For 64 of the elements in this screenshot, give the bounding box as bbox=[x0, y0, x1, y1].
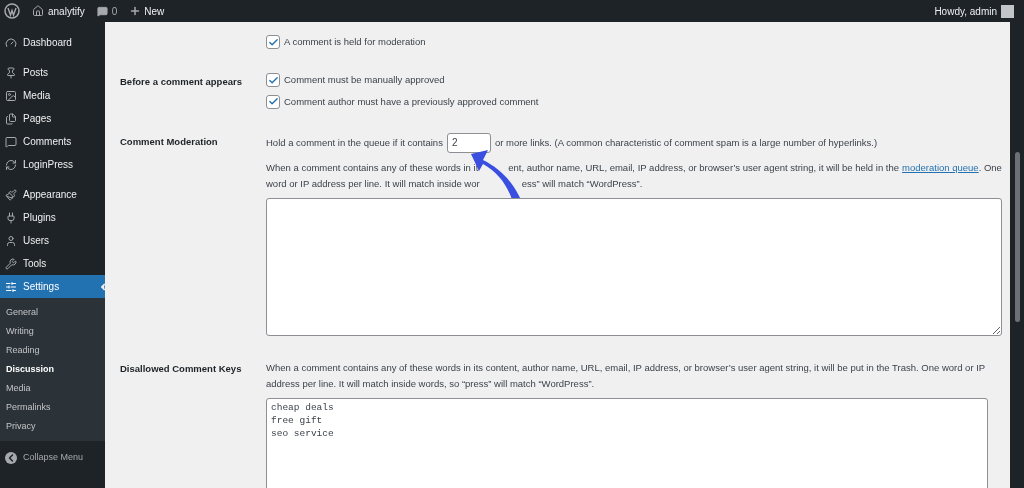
collapse-menu-button[interactable]: Collapse Menu bbox=[0, 445, 105, 471]
comments-count: 0 bbox=[111, 4, 118, 19]
menu-item[interactable]: Plugins bbox=[0, 206, 105, 229]
current-pointer-icon bbox=[98, 281, 108, 292]
description-text: ent, author name, URL, email, IP address, or browser’s user agent string, it will be held in the bbox=[508, 160, 900, 175]
plug-icon bbox=[5, 211, 17, 224]
submenu-item[interactable]: Reading bbox=[0, 341, 105, 360]
description-text: ess” will match “WordPress”. bbox=[521, 176, 643, 191]
menu-item[interactable]: Posts bbox=[0, 61, 105, 84]
menu-item[interactable]: Settings bbox=[0, 275, 105, 298]
sliders-icon bbox=[5, 280, 17, 293]
menu-item[interactable]: LoginPress bbox=[0, 153, 105, 176]
setting-label: Disallowed Comment Keys bbox=[120, 362, 242, 374]
checkbox[interactable] bbox=[266, 35, 280, 50]
menu-item[interactable]: Tools bbox=[0, 252, 105, 275]
menu-item[interactable]: Comments bbox=[0, 130, 105, 153]
menu-item[interactable]: Dashboard bbox=[0, 31, 105, 54]
scrollbar[interactable] bbox=[1010, 22, 1024, 488]
setting-label: Comment Moderation bbox=[120, 135, 218, 147]
submenu-item[interactable]: Permalinks bbox=[0, 398, 105, 417]
submenu-item[interactable]: Media bbox=[0, 379, 105, 398]
speech-bubble-icon bbox=[5, 135, 17, 148]
setting-label: Before a comment appears bbox=[120, 76, 242, 88]
checkbox[interactable] bbox=[266, 94, 280, 109]
menu-item[interactable]: Media bbox=[0, 84, 105, 107]
gauge-icon bbox=[5, 36, 17, 49]
description-text: word or IP address per line. It will match inside wor bbox=[266, 176, 480, 191]
check-icon bbox=[267, 74, 279, 86]
checkbox-label: Comment author must have a previously approved comment bbox=[284, 94, 539, 109]
home-icon[interactable] bbox=[32, 5, 44, 17]
pages-icon bbox=[5, 112, 17, 125]
submenu-item[interactable]: Writing bbox=[0, 322, 105, 341]
site-name-link[interactable]: analytify bbox=[48, 3, 85, 19]
checkbox[interactable] bbox=[266, 73, 280, 88]
menu-item[interactable]: Pages bbox=[0, 107, 105, 130]
links-text-before: Hold a comment in the queue if it contains bbox=[266, 135, 443, 150]
comment-icon[interactable] bbox=[96, 5, 108, 17]
menu-item[interactable]: Users bbox=[0, 229, 105, 252]
disallowed-keys-field[interactable]: cheap deals free gift seo service bbox=[266, 397, 988, 488]
checkbox-label: A comment is held for moderation bbox=[284, 35, 426, 49]
links-text-after: or more links. (A common characteristic of comment spam is a large number of hyperlinks.) bbox=[494, 135, 878, 150]
submenu-item[interactable]: Privacy bbox=[0, 417, 105, 436]
swirl-icon bbox=[5, 158, 17, 171]
menu-item[interactable]: Appearance bbox=[0, 183, 105, 206]
wordpress-logo-icon[interactable] bbox=[4, 3, 20, 19]
disallowed-description: When a comment contains any of these words in its content, author name, URL, email, IP address, or browser’s user agent string, it will be put in the Trash. One word or IP address per line. It will match inside words, so “press” will match “WordPress”. bbox=[266, 360, 986, 391]
submenu-item[interactable]: General bbox=[0, 303, 105, 322]
submenu-item[interactable]: Discussion bbox=[0, 360, 105, 379]
moderation-keys-field[interactable] bbox=[266, 197, 1002, 336]
avatar[interactable] bbox=[1001, 4, 1014, 18]
collapse-icon bbox=[5, 452, 17, 464]
wrench-icon bbox=[5, 257, 17, 270]
check-icon bbox=[267, 36, 279, 48]
greeting[interactable]: Howdy, admin bbox=[934, 3, 997, 19]
links-count-field[interactable]: 2 bbox=[446, 132, 491, 153]
description-text: . One bbox=[978, 160, 1002, 175]
pin-icon bbox=[5, 66, 17, 79]
user-icon bbox=[5, 234, 17, 247]
image-icon bbox=[5, 89, 17, 102]
paintbrush-icon bbox=[5, 188, 17, 201]
moderation-queue-link[interactable]: moderation queue bbox=[902, 159, 979, 176]
new-link[interactable]: New bbox=[144, 3, 165, 19]
plus-icon[interactable] bbox=[129, 5, 142, 17]
checkbox-label: Comment must be manually approved bbox=[284, 73, 445, 88]
